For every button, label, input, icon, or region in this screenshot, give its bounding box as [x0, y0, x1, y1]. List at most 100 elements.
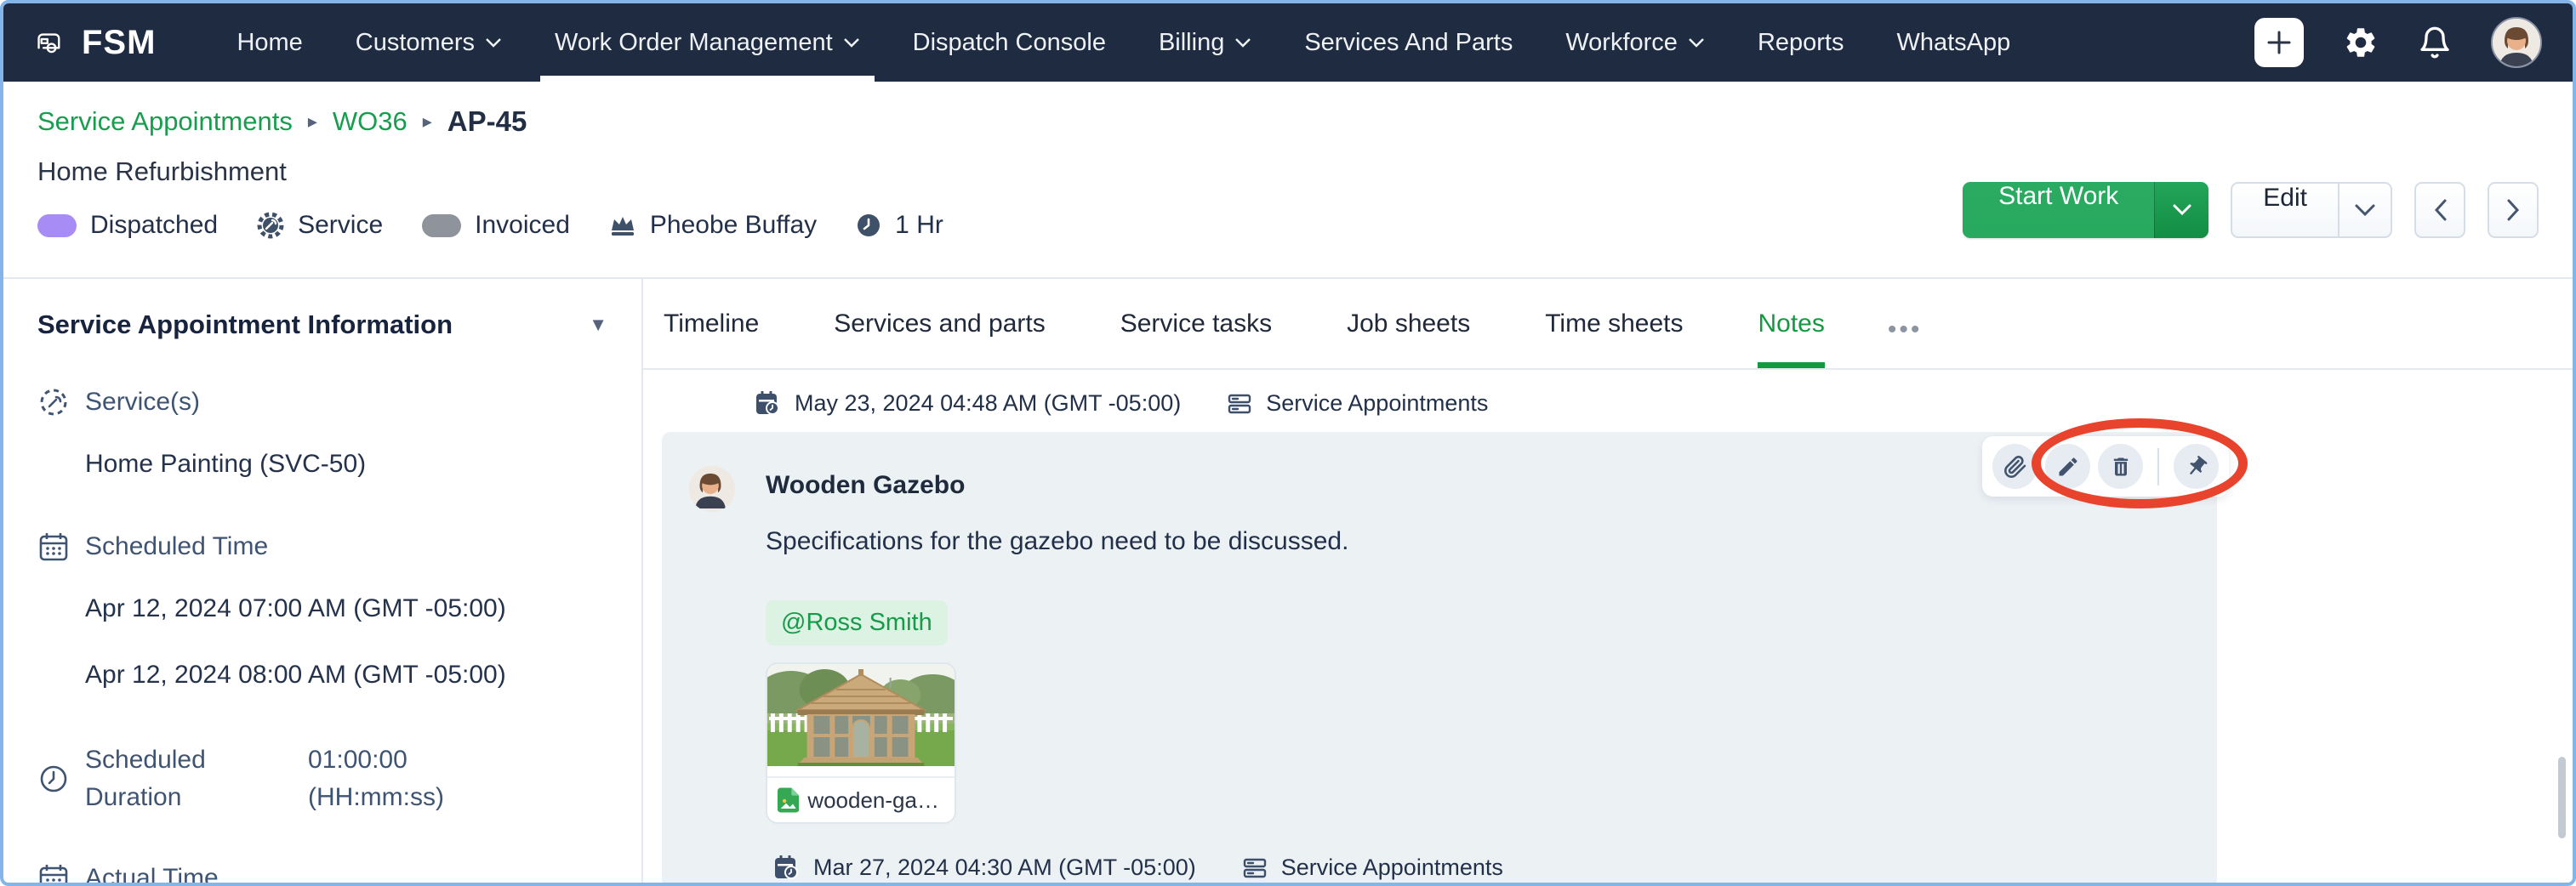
start-work-split-button: Start Work — [1963, 182, 2209, 238]
attachment-thumbnail[interactable]: wooden-gaze... — [766, 662, 956, 824]
crown-icon — [611, 217, 634, 236]
tab-time-sheets[interactable]: Time sheets — [1545, 279, 1683, 368]
calendar-icon — [39, 865, 68, 883]
collapse-panel-button[interactable]: ▼ — [589, 314, 607, 336]
delete-note-button[interactable] — [2098, 444, 2143, 489]
module-layers-icon — [1228, 394, 1251, 413]
avatar-photo-icon — [2493, 19, 2540, 66]
breadcrumb-separator-icon: ▸ — [307, 111, 317, 132]
service-gear-icon — [257, 212, 284, 239]
chevron-down-icon — [2355, 204, 2375, 216]
calendar-icon — [39, 533, 68, 561]
panel-title: Service Appointment Information — [37, 310, 453, 339]
field-label: Scheduled Time — [85, 532, 269, 560]
billing-status-label: Invoiced — [475, 211, 570, 239]
note-datetime: Mar 27, 2024 04:30 AM (GMT -05:00) — [813, 855, 1196, 880]
chevron-down-icon — [486, 38, 501, 48]
field-label: Scheduled Duration — [85, 746, 206, 811]
tab-notes[interactable]: Notes — [1758, 279, 1825, 368]
note-module: Service Appointments — [1280, 855, 1503, 880]
toolbar-divider — [2157, 447, 2159, 486]
brand-name: FSM — [82, 23, 157, 61]
main-nav: Home Customers Work Order Management Dis… — [210, 3, 2037, 82]
tab-service-tasks[interactable]: Service tasks — [1120, 279, 1272, 368]
nav-item-dispatch-console[interactable]: Dispatch Console — [886, 3, 1132, 82]
nav-item-services-and-parts[interactable]: Services And Parts — [1278, 3, 1539, 82]
nav-item-home[interactable]: Home — [210, 3, 328, 82]
billing-pill-icon — [422, 213, 462, 237]
tab-services-and-parts[interactable]: Services and parts — [834, 279, 1045, 368]
avatar-photo-icon — [689, 466, 732, 508]
clock-icon — [858, 214, 881, 236]
note-datetime: May 23, 2024 04:48 AM (GMT -05:00) — [795, 390, 1182, 416]
chevron-down-icon — [843, 38, 859, 48]
gazebo-photo — [767, 664, 955, 776]
duration-label: 1 Hr — [895, 211, 943, 239]
note-module: Service Appointments — [1266, 390, 1489, 416]
chevron-left-icon — [2434, 199, 2446, 221]
breadcrumb-service-appointments[interactable]: Service Appointments — [37, 106, 293, 137]
assignee-badge: Pheobe Buffay — [609, 211, 817, 240]
status-badge: Dispatched — [37, 211, 218, 240]
paperclip-icon — [2003, 455, 2026, 478]
start-work-dropdown-button[interactable] — [2154, 182, 2209, 238]
nav-item-work-order-management[interactable]: Work Order Management — [528, 3, 886, 82]
field-actual-time: Actual Time Service Appointment not yet … — [37, 862, 607, 883]
record-actions: Start Work Edit — [1963, 182, 2539, 238]
nav-item-customers[interactable]: Customers — [329, 3, 528, 82]
image-file-icon — [778, 787, 800, 813]
field-scheduled-duration: Scheduled Duration 01:00:00 (HH:mm:ss) — [37, 741, 607, 816]
pin-note-button[interactable] — [2174, 444, 2219, 489]
nav-item-whatsapp[interactable]: WhatsApp — [1870, 3, 2037, 82]
field-label: Service(s) — [85, 388, 201, 416]
attachment-name[interactable]: wooden-gaze... — [807, 787, 944, 814]
top-navbar: FSM Home Customers Work Order Management… — [3, 3, 2573, 82]
edit-dropdown-button[interactable] — [2338, 184, 2391, 236]
status-label: Dispatched — [90, 211, 219, 239]
app-window: FSM Home Customers Work Order Management… — [0, 0, 2576, 886]
note-toolbar — [1982, 436, 2229, 497]
calendar-clock-icon — [775, 855, 798, 879]
navbar-actions — [2254, 3, 2542, 82]
previous-record-button[interactable] — [2414, 182, 2465, 238]
note-title: Wooden Gazebo — [766, 471, 966, 499]
start-work-button[interactable]: Start Work — [1963, 182, 2155, 238]
nav-item-billing[interactable]: Billing — [1132, 3, 1278, 82]
edit-button[interactable]: Edit — [2232, 184, 2338, 236]
user-avatar[interactable] — [2491, 17, 2542, 68]
fsm-logo-icon — [37, 33, 60, 54]
vertical-scrollbar[interactable] — [2558, 757, 2566, 838]
breadcrumb-wo36[interactable]: WO36 — [333, 106, 407, 137]
service-gear-icon — [40, 389, 67, 416]
create-new-button[interactable] — [2254, 18, 2304, 67]
mention-chip[interactable]: @Ross Smith — [766, 600, 948, 645]
duration-badge: 1 Hr — [856, 211, 943, 240]
duration-value: 01:00:00 (HH:mm:ss) — [308, 746, 444, 811]
note-card: Wooden Gazebo Specifications for the gaz… — [662, 418, 2248, 883]
more-tabs-button[interactable]: ••• — [1888, 285, 1923, 368]
tab-job-sheets[interactable]: Job sheets — [1347, 279, 1470, 368]
note-body: Specifications for the gazebo need to be… — [766, 527, 1349, 555]
bell-icon — [2420, 26, 2449, 59]
breadcrumb-current: AP-45 — [447, 105, 527, 137]
scheduled-from: Apr 12, 2024 07:00 AM (GMT -05:00) — [85, 594, 506, 622]
note-meta-bottom: Mar 27, 2024 04:30 AM (GMT -05:00) Servi… — [774, 855, 2217, 881]
field-scheduled-time: Scheduled Time Apr 12, 2024 07:00 AM (GM… — [37, 531, 607, 696]
notifications-button[interactable] — [2418, 25, 2452, 60]
edit-split-button: Edit — [2231, 182, 2392, 238]
breadcrumb-separator-icon: ▸ — [422, 111, 432, 132]
assignee-label: Pheobe Buffay — [649, 211, 818, 239]
main-area: Service Appointment Information ▼ Servic… — [3, 279, 2573, 883]
settings-button[interactable] — [2343, 25, 2379, 60]
attach-button[interactable] — [1992, 444, 2037, 489]
chevron-down-icon — [1235, 38, 1251, 48]
nav-item-reports[interactable]: Reports — [1731, 3, 1871, 82]
tab-timeline[interactable]: Timeline — [664, 279, 759, 368]
edit-note-button[interactable] — [2045, 444, 2090, 489]
next-record-button[interactable] — [2488, 182, 2539, 238]
trash-icon — [2113, 457, 2128, 475]
nav-item-workforce[interactable]: Workforce — [1539, 3, 1731, 82]
pencil-icon — [2059, 457, 2077, 475]
plus-icon — [2267, 31, 2291, 54]
record-header: Service Appointments ▸ WO36 ▸ AP-45 Home… — [3, 82, 2573, 279]
